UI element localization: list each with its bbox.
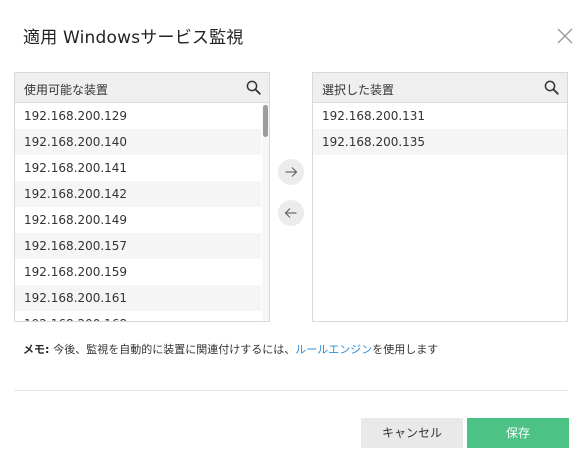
list-item[interactable]: 192.168.200.135: [313, 129, 567, 155]
scrollbar-thumb[interactable]: [263, 105, 268, 137]
available-devices-panel: 使用可能な装置 192.168.200.129 192.168.200.140 …: [14, 72, 270, 322]
list-item[interactable]: 192.168.200.129: [15, 103, 261, 129]
dialog-title: 適用 Windowsサービス監視: [23, 28, 244, 48]
note-text-after: を使用します: [372, 343, 439, 356]
close-icon[interactable]: [556, 27, 574, 45]
list-item[interactable]: 192.168.200.141: [15, 155, 261, 181]
note-separator: :: [45, 343, 54, 356]
selected-devices-list[interactable]: 192.168.200.131 192.168.200.135: [313, 103, 567, 155]
note-label: メモ: [23, 343, 45, 356]
rule-engine-link[interactable]: ルールエンジン: [295, 343, 372, 356]
selected-devices-header: 選択した装置: [313, 73, 567, 103]
list-item[interactable]: 192.168.200.149: [15, 207, 261, 233]
list-scrollbar[interactable]: [262, 103, 269, 321]
list-item[interactable]: 192.168.200.161: [15, 285, 261, 311]
list-item[interactable]: 192.168.200.131: [313, 103, 567, 129]
list-item[interactable]: 192.168.200.159: [15, 259, 261, 285]
list-item[interactable]: 192.168.200.157: [15, 233, 261, 259]
arrow-left-icon: [284, 208, 297, 218]
save-button[interactable]: 保存: [467, 418, 569, 448]
list-item[interactable]: 192.168.200.142: [15, 181, 261, 207]
search-icon[interactable]: [544, 80, 559, 95]
selected-devices-panel: 選択した装置 192.168.200.131 192.168.200.135: [312, 72, 568, 322]
note-text-before: 今後、監視を自動的に装置に関連付けするには、: [53, 343, 296, 356]
move-left-button[interactable]: [278, 200, 304, 226]
available-devices-header: 使用可能な装置: [15, 73, 269, 103]
available-devices-title: 使用可能な装置: [24, 83, 109, 97]
cancel-button[interactable]: キャンセル: [361, 418, 463, 448]
list-item[interactable]: 192.168.200.168: [15, 311, 261, 321]
selected-devices-title: 選択した装置: [322, 83, 395, 97]
note-text: メモ: 今後、監視を自動的に装置に関連付けするには、ルールエンジンを使用します: [23, 341, 438, 357]
move-right-button[interactable]: [278, 159, 304, 185]
list-item[interactable]: 192.168.200.140: [15, 129, 261, 155]
available-devices-list[interactable]: 192.168.200.129 192.168.200.140 192.168.…: [15, 103, 261, 321]
search-icon[interactable]: [246, 80, 261, 95]
arrow-right-icon: [285, 167, 298, 177]
divider: [14, 390, 568, 391]
